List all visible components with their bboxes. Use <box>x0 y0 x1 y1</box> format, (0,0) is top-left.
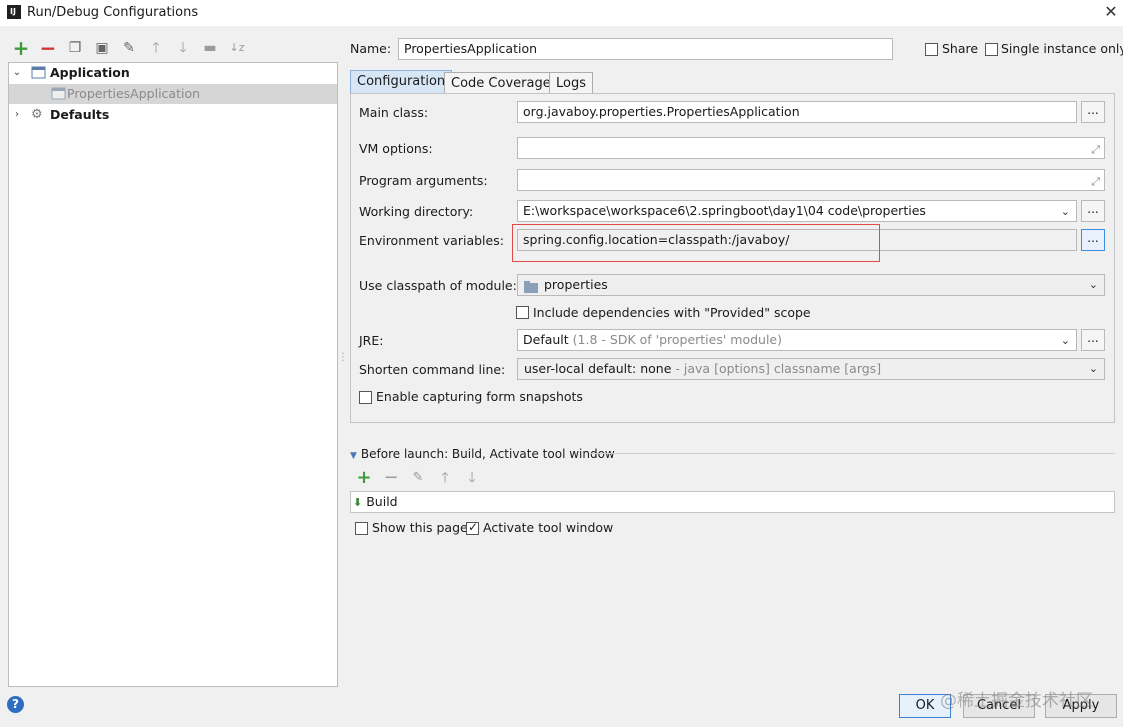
wrench-icon[interactable]: ✎ <box>120 38 138 58</box>
name-field[interactable]: PropertiesApplication <box>398 38 893 60</box>
include-provided-checkbox[interactable] <box>516 306 529 319</box>
configuration-tree: ⌄ Application PropertiesApplication › ⚙ … <box>8 62 338 687</box>
triangle-down-icon: ▼ <box>350 451 357 461</box>
remove-icon[interactable]: − <box>382 468 400 488</box>
window-title: Run/Debug Configurations <box>27 5 199 20</box>
jre-value: Default <box>523 332 569 347</box>
move-up-icon[interactable]: 🡑 <box>436 468 454 488</box>
expand-icon[interactable]: ⤢ <box>1091 140 1100 158</box>
tree-node-defaults[interactable]: › ⚙ Defaults <box>9 105 337 125</box>
chevron-right-icon[interactable]: › <box>11 105 23 125</box>
watermark: @稀土掘金技术社区 <box>940 691 1093 711</box>
add-icon[interactable]: + <box>12 38 30 58</box>
before-launch-list: ⬇︎ Build <box>350 491 1115 513</box>
environment-variables-browse-button[interactable]: ... <box>1081 229 1105 251</box>
wrench-icon: ⚙ <box>31 107 43 122</box>
shorten-command-line-hint: - java [options] classname [args] <box>675 361 882 376</box>
jre-label: JRE: <box>359 333 384 348</box>
tree-label-application: Application <box>50 65 130 80</box>
chevron-down-icon[interactable]: ⌄ <box>1061 331 1070 350</box>
help-button[interactable]: ? <box>7 696 24 713</box>
add-icon[interactable]: + <box>355 468 373 488</box>
move-up-icon[interactable]: 🡑 <box>147 38 165 58</box>
tab-logs[interactable]: Logs <box>549 72 593 94</box>
vm-options-label: VM options: <box>359 141 433 156</box>
share-label: Share <box>942 41 979 56</box>
program-arguments-field[interactable]: ⤢ <box>517 169 1105 191</box>
main-class-label: Main class: <box>359 105 429 120</box>
show-page-label: Show this page <box>372 520 468 535</box>
chevron-down-icon[interactable]: ⌄ <box>1089 275 1098 295</box>
vm-options-field[interactable]: ⤢ <box>517 137 1105 159</box>
build-icon: ⬇︎ <box>353 496 363 509</box>
divider <box>590 453 1115 454</box>
share-checkbox[interactable] <box>925 43 938 56</box>
intellij-app-icon: IJ <box>7 5 21 19</box>
tree-node-properties-application[interactable]: PropertiesApplication <box>9 84 337 104</box>
tab-configuration[interactable]: Configuration <box>350 70 453 94</box>
tree-node-application[interactable]: ⌄ Application <box>9 63 337 83</box>
include-provided-label: Include dependencies with "Provided" sco… <box>533 305 811 320</box>
jre-browse-button[interactable]: ... <box>1081 329 1105 351</box>
list-item-build[interactable]: ⬇︎ Build <box>353 492 398 512</box>
tree-label-properties-application: PropertiesApplication <box>67 86 201 101</box>
close-window-button[interactable]: ✕ <box>1102 2 1120 22</box>
jre-hint: (1.8 - SDK of 'properties' module) <box>572 332 782 347</box>
chevron-down-icon[interactable]: ⌄ <box>11 63 23 83</box>
working-directory-label: Working directory: <box>359 204 474 219</box>
classpath-module-label: Use classpath of module: <box>359 278 517 293</box>
chevron-down-icon[interactable]: ⌄ <box>1061 202 1070 221</box>
working-directory-browse-button[interactable]: ... <box>1081 200 1105 222</box>
sort-icon[interactable]: ↓z <box>228 38 246 58</box>
single-instance-checkbox[interactable] <box>985 43 998 56</box>
working-directory-value: E:\workspace\workspace6\2.springboot\day… <box>523 203 926 218</box>
activate-tool-window-label: Activate tool window <box>483 520 614 535</box>
save-icon[interactable]: ▣ <box>93 38 111 58</box>
application-icon <box>31 66 47 80</box>
name-label: Name: <box>350 41 392 56</box>
expand-icon[interactable]: ⤢ <box>1091 172 1100 190</box>
enable-snapshots-checkbox[interactable] <box>359 391 372 404</box>
remove-icon[interactable]: − <box>39 38 57 58</box>
working-directory-field[interactable]: E:\workspace\workspace6\2.springboot\day… <box>517 200 1077 222</box>
chevron-down-icon[interactable]: ⌄ <box>1089 359 1098 379</box>
folder-icon[interactable]: ▬ <box>201 38 219 58</box>
edit-icon[interactable]: ✎ <box>409 468 427 488</box>
classpath-module-value: properties <box>544 277 608 292</box>
program-arguments-label: Program arguments: <box>359 173 488 188</box>
shorten-command-line-label: Shorten command line: <box>359 362 506 377</box>
tree-label-defaults: Defaults <box>50 107 110 122</box>
enable-snapshots-label: Enable capturing form snapshots <box>376 389 583 404</box>
main-class-browse-button[interactable]: ... <box>1081 101 1105 123</box>
copy-icon[interactable]: ❐ <box>66 38 84 58</box>
build-label: Build <box>366 494 398 509</box>
environment-variables-label: Environment variables: <box>359 233 504 248</box>
single-instance-label: Single instance only <box>1001 41 1123 56</box>
move-down-icon[interactable]: 🡓 <box>174 38 192 58</box>
title-bar: IJ Run/Debug Configurations ✕ <box>0 0 1123 26</box>
shorten-command-line-value: user-local default: none <box>524 361 672 376</box>
activate-tool-window-checkbox[interactable] <box>466 520 479 535</box>
main-class-field[interactable]: org.javaboy.properties.PropertiesApplica… <box>517 101 1077 123</box>
tab-code-coverage[interactable]: Code Coverage <box>444 72 558 94</box>
classpath-module-select[interactable]: properties ⌄ <box>517 274 1105 296</box>
move-down-icon[interactable]: 🡓 <box>463 468 481 488</box>
application-icon <box>51 87 67 101</box>
before-launch-title: Before launch: Build, Activate tool wind… <box>360 447 615 461</box>
annotation-highlight-box <box>512 224 880 262</box>
before-launch-header[interactable]: ▼ Before launch: Build, Activate tool win… <box>350 446 615 461</box>
module-folder-icon <box>524 279 538 295</box>
shorten-command-line-select[interactable]: user-local default: none - java [options… <box>517 358 1105 380</box>
jre-field[interactable]: Default (1.8 - SDK of 'properties' modul… <box>517 329 1077 351</box>
show-page-checkbox[interactable] <box>355 522 368 535</box>
splitter-handle[interactable]: ⋮ <box>338 352 348 363</box>
